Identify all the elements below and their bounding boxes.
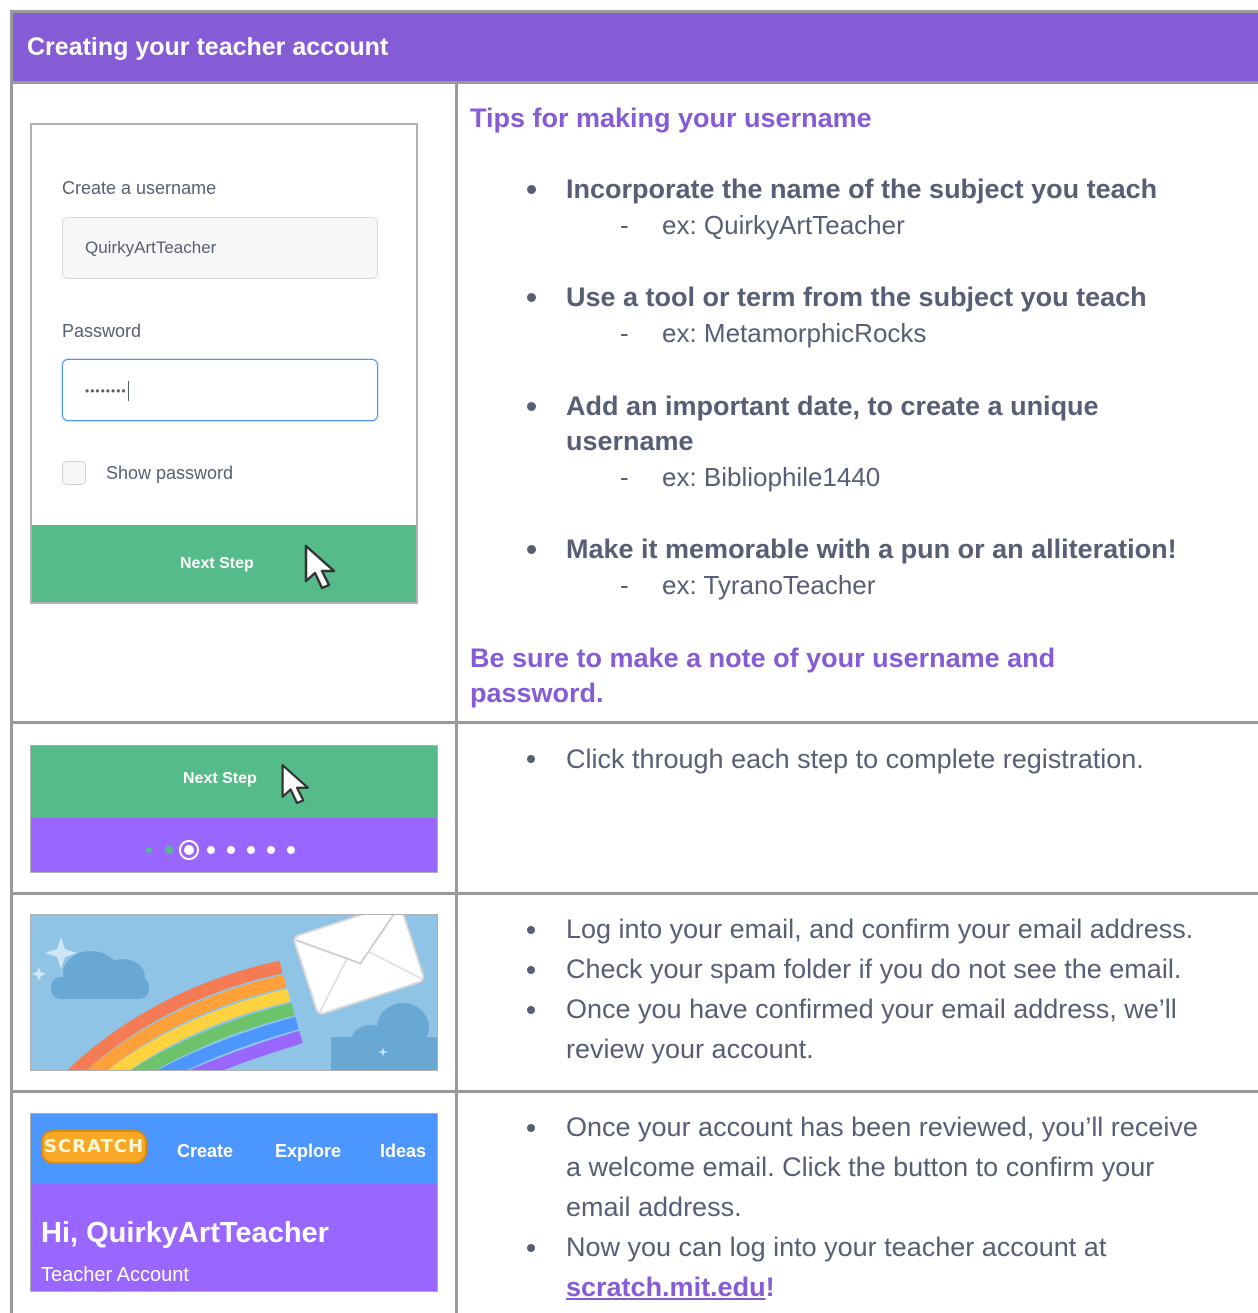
- mouse-pointer-icon: [304, 544, 336, 590]
- nav-create[interactable]: Create: [177, 1141, 233, 1162]
- username-label: Create a username: [62, 178, 217, 198]
- dash-marker: -: [620, 570, 629, 600]
- row-divider: [13, 1090, 1258, 1093]
- bullet-icon: [527, 293, 536, 302]
- mouse-pointer-icon: [281, 764, 309, 805]
- link-suffix: !: [765, 1272, 775, 1302]
- table-header: Creating your teacher account: [13, 13, 1258, 84]
- progress-dot: [227, 846, 235, 854]
- registration-instruction: Click through each step to complete regi…: [566, 744, 1144, 774]
- tip-title-continued: username: [566, 426, 694, 456]
- bullet-icon: [527, 1124, 535, 1132]
- login-form-screenshot: Create a username QuirkyArtTeacher Passw…: [30, 123, 418, 604]
- tip-example: ex: QuirkyArtTeacher: [662, 210, 905, 240]
- review-instruction-continued: a welcome email. Click the button to con…: [566, 1152, 1155, 1182]
- note-heading-continued: password.: [470, 678, 604, 708]
- email-instruction-continued: review your account.: [566, 1034, 814, 1064]
- scratch-navbar: SCRATCH Create Explore Ideas: [31, 1114, 437, 1184]
- password-value: ••••••••: [85, 384, 127, 398]
- tip-title: Incorporate the name of the subject you …: [566, 174, 1158, 204]
- tip-title: Add an important date, to create a uniqu…: [566, 391, 1099, 421]
- dash-marker: -: [620, 210, 629, 240]
- tip-example: ex: TyranoTeacher: [662, 570, 876, 600]
- next-step-button[interactable]: Next Step: [32, 525, 416, 602]
- bullet-icon: [527, 966, 535, 974]
- dash-marker: -: [620, 462, 629, 492]
- review-instruction: Once your account has been reviewed, you…: [566, 1112, 1198, 1142]
- progress-dot: [267, 846, 275, 854]
- scratch-logo[interactable]: SCRATCH: [41, 1130, 147, 1164]
- progress-dot: [247, 846, 255, 854]
- nav-explore[interactable]: Explore: [275, 1141, 341, 1162]
- tip-example: ex: Bibliophile1440: [662, 462, 881, 492]
- row-divider: [13, 892, 1258, 895]
- scratch-site-link[interactable]: scratch.mit.edu: [566, 1272, 766, 1302]
- progress-dot: [287, 846, 295, 854]
- bullet-icon: [527, 1006, 535, 1014]
- bullet-icon: [527, 402, 536, 411]
- password-field[interactable]: ••••••••: [62, 359, 378, 421]
- review-instruction-continued: email address.: [566, 1192, 742, 1222]
- bullet-icon: [527, 185, 536, 194]
- next-step-label: Next Step: [180, 555, 254, 572]
- tip-title: Use a tool or term from the subject you …: [566, 282, 1147, 312]
- account-type-text: Teacher Account: [41, 1264, 189, 1286]
- page-title: Creating your teacher account: [27, 33, 389, 61]
- email-illustration: [30, 914, 438, 1071]
- username-field[interactable]: QuirkyArtTeacher: [62, 217, 378, 279]
- row-divider: [13, 721, 1258, 724]
- bullet-icon: [527, 755, 535, 763]
- column-divider: [455, 84, 458, 1313]
- login-instruction: Now you can log into your teacher accoun…: [566, 1232, 1107, 1262]
- bullet-icon: [527, 926, 535, 934]
- bullet-icon: [527, 1244, 535, 1252]
- login-link-line: scratch.mit.edu!: [566, 1267, 775, 1307]
- password-label: Password: [62, 321, 142, 341]
- note-heading: Be sure to make a note of your username …: [470, 643, 1056, 673]
- progress-dot: [165, 846, 173, 854]
- email-instruction: Check your spam folder if you do not see…: [566, 954, 1182, 984]
- progress-dots: [31, 818, 437, 872]
- show-password-checkbox[interactable]: [62, 461, 86, 485]
- email-instruction: Log into your email, and confirm your em…: [566, 914, 1194, 944]
- next-step-button[interactable]: Next Step: [31, 746, 437, 818]
- scratch-greeting-banner: Hi, QuirkyArtTeacher Teacher Account: [31, 1184, 437, 1291]
- greeting-text: Hi, QuirkyArtTeacher: [41, 1217, 329, 1249]
- bullet-icon: [527, 545, 536, 554]
- progress-dot-current: [179, 840, 199, 860]
- progress-dot: [207, 846, 215, 854]
- nav-ideas[interactable]: Ideas: [380, 1141, 426, 1162]
- tips-heading: Tips for making your username: [470, 103, 872, 133]
- tip-example: ex: MetamorphicRocks: [662, 318, 927, 348]
- scratch-welcome-screenshot: SCRATCH Create Explore Ideas Hi, QuirkyA…: [30, 1113, 438, 1292]
- tip-title: Make it memorable with a pun or an allit…: [566, 534, 1177, 564]
- show-password-label: Show password: [106, 463, 234, 483]
- email-instruction: Once you have confirmed your email addre…: [566, 994, 1177, 1024]
- progress-dot: [146, 847, 152, 853]
- envelope-rainbow-illustration: [31, 915, 437, 1070]
- next-step-label: Next Step: [183, 770, 257, 787]
- next-step-screenshot: Next Step: [30, 745, 438, 873]
- dash-marker: -: [620, 318, 629, 348]
